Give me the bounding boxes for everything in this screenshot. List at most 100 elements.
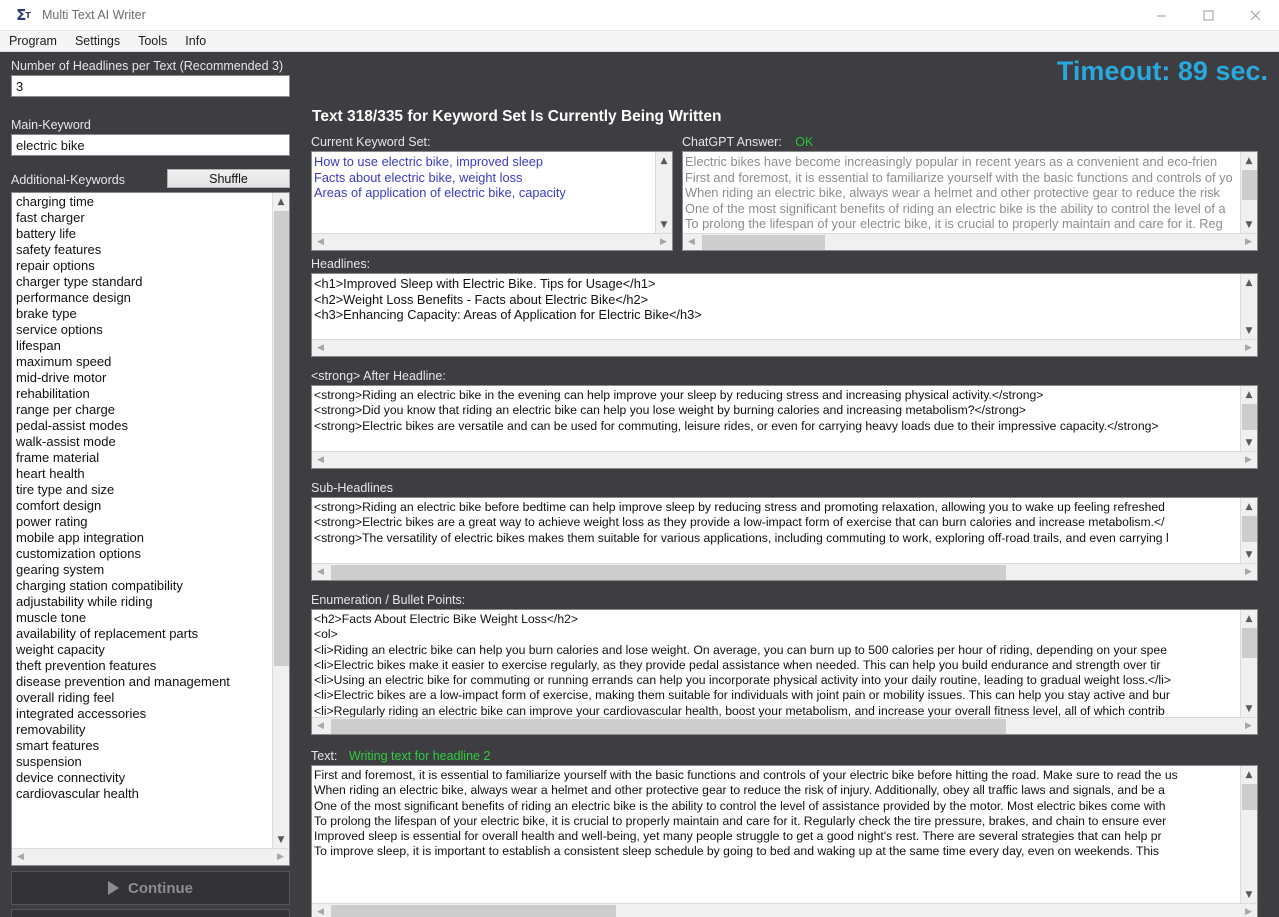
hscroll-thumb[interactable] [331, 565, 1006, 580]
kwset-vscrollbar[interactable]: ▲ ▼ [655, 152, 672, 233]
vscroll-thumb[interactable] [1242, 404, 1257, 430]
scroll-right-icon[interactable]: ▶ [1240, 343, 1257, 353]
list-item[interactable]: gearing system [12, 562, 272, 578]
text-vscrollbar[interactable]: ▲ ▼ [1240, 766, 1257, 903]
list-item[interactable]: integrated accessories [12, 706, 272, 722]
list-item[interactable]: fast charger [12, 210, 272, 226]
scroll-left-icon[interactable]: ◀ [12, 852, 29, 862]
scroll-down-icon[interactable]: ▼ [1241, 434, 1257, 451]
enum-vscrollbar[interactable]: ▲ ▼ [1240, 610, 1257, 717]
list-item[interactable]: customization options [12, 546, 272, 562]
scroll-left-icon[interactable]: ◀ [312, 455, 329, 465]
list-item[interactable]: charger type standard [12, 274, 272, 290]
main-keyword-input[interactable]: electric bike [11, 134, 290, 156]
list-item[interactable]: weight capacity [12, 642, 272, 658]
list-item[interactable]: mobile app integration [12, 530, 272, 546]
list-item[interactable]: disease prevention and management [12, 674, 272, 690]
scroll-down-icon[interactable]: ▼ [1241, 700, 1257, 717]
list-item[interactable]: theft prevention features [12, 658, 272, 674]
scroll-right-icon[interactable]: ▶ [272, 852, 289, 862]
scroll-down-icon[interactable]: ▼ [1241, 216, 1257, 233]
scroll-right-icon[interactable]: ▶ [1240, 237, 1257, 247]
list-item[interactable]: rehabilitation [12, 386, 272, 402]
scroll-down-icon[interactable]: ▼ [1241, 886, 1257, 903]
scroll-left-icon[interactable]: ◀ [312, 907, 329, 917]
list-item[interactable]: lifespan [12, 338, 272, 354]
list-item[interactable]: smart features [12, 738, 272, 754]
vscroll-thumb[interactable] [1242, 628, 1257, 658]
num-headlines-input[interactable]: 3 [11, 75, 290, 97]
scroll-down-icon[interactable]: ▼ [656, 216, 672, 233]
vscroll-thumb[interactable] [1242, 170, 1257, 200]
scroll-down-icon[interactable]: ▼ [273, 831, 289, 848]
sub-headlines-text[interactable]: <strong>Riding an electric bike before b… [314, 500, 1240, 563]
list-item[interactable]: comfort design [12, 498, 272, 514]
maximize-icon[interactable] [1185, 0, 1232, 31]
hscroll-thumb[interactable] [331, 905, 616, 917]
enumeration-box[interactable]: <h2>Facts About Electric Bike Weight Los… [311, 609, 1258, 735]
sub-vscrollbar[interactable]: ▲ ▼ [1240, 498, 1257, 563]
list-item[interactable]: mid-drive motor [12, 370, 272, 386]
vscroll-thumb[interactable] [1242, 784, 1257, 810]
sub-headlines-box[interactable]: <strong>Riding an electric bike before b… [311, 497, 1258, 581]
chatgpt-answer-text[interactable]: Electric bikes have become increasingly … [685, 154, 1240, 233]
list-item[interactable]: performance design [12, 290, 272, 306]
headlines-box[interactable]: <h1>Improved Sleep with Electric Bike. T… [311, 273, 1258, 357]
list-item[interactable]: overall riding feel [12, 690, 272, 706]
menu-item-tools[interactable]: Tools [129, 31, 176, 52]
list-item[interactable]: service options [12, 322, 272, 338]
scroll-up-icon[interactable]: ▲ [273, 193, 289, 210]
headlines-vscrollbar[interactable]: ▲ ▼ [1240, 274, 1257, 339]
scroll-up-icon[interactable]: ▲ [1241, 274, 1257, 291]
list-item[interactable]: range per charge [12, 402, 272, 418]
headlines-text[interactable]: <h1>Improved Sleep with Electric Bike. T… [314, 276, 1240, 339]
headlines-hscrollbar[interactable]: ◀ ▶ [312, 339, 1257, 356]
text-box[interactable]: First and foremost, it is essential to f… [311, 765, 1258, 917]
scroll-right-icon[interactable]: ▶ [1240, 455, 1257, 465]
close-icon[interactable] [1232, 0, 1279, 31]
list-item[interactable]: walk-assist mode [12, 434, 272, 450]
scroll-right-icon[interactable]: ▶ [655, 237, 672, 247]
list-item[interactable]: muscle tone [12, 610, 272, 626]
scroll-right-icon[interactable]: ▶ [1240, 907, 1257, 917]
list-item[interactable]: cardiovascular health [12, 786, 272, 802]
list-item[interactable]: tire type and size [12, 482, 272, 498]
keyword-list[interactable]: charging time fast charger battery life saf… [12, 194, 272, 848]
scroll-right-icon[interactable]: ▶ [1240, 567, 1257, 577]
list-item[interactable]: availability of replacement parts [12, 626, 272, 642]
list-item[interactable]: charging time [12, 194, 272, 210]
gpt-vscrollbar[interactable]: ▲ ▼ [1240, 152, 1257, 233]
cancel-button[interactable]: ✖ Abbrechen [11, 909, 290, 917]
scroll-right-icon[interactable]: ▶ [1240, 721, 1257, 731]
scroll-up-icon[interactable]: ▲ [656, 152, 672, 169]
scroll-up-icon[interactable]: ▲ [1241, 766, 1257, 783]
list-item[interactable]: device connectivity [12, 770, 272, 786]
menu-item-info[interactable]: Info [176, 31, 215, 52]
hscroll-thumb[interactable] [331, 719, 1006, 734]
shuffle-button[interactable]: Shuffle [167, 169, 290, 188]
list-item[interactable]: safety features [12, 242, 272, 258]
keyword-list-hscrollbar[interactable]: ◀ ▶ [12, 848, 289, 865]
scroll-left-icon[interactable]: ◀ [312, 343, 329, 353]
list-item[interactable]: heart health [12, 466, 272, 482]
continue-button[interactable]: Continue [11, 871, 290, 905]
list-item[interactable]: brake type [12, 306, 272, 322]
list-item[interactable]: pedal-assist modes [12, 418, 272, 434]
sub-hscrollbar[interactable]: ◀ ▶ [312, 563, 1257, 580]
list-item[interactable]: power rating [12, 514, 272, 530]
kwset-hscrollbar[interactable]: ◀ ▶ [312, 233, 672, 250]
list-item[interactable]: removability [12, 722, 272, 738]
vscroll-thumb[interactable] [274, 211, 289, 666]
list-item[interactable]: frame material [12, 450, 272, 466]
list-item[interactable]: maximum speed [12, 354, 272, 370]
after-vscrollbar[interactable]: ▲ ▼ [1240, 386, 1257, 451]
scroll-down-icon[interactable]: ▼ [1241, 322, 1257, 339]
list-item[interactable]: suspension [12, 754, 272, 770]
after-headline-text[interactable]: <strong>Riding an electric bike in the e… [314, 388, 1240, 451]
current-keyword-set-box[interactable]: How to use electric bike, improved sleep… [311, 151, 673, 251]
scroll-left-icon[interactable]: ◀ [683, 237, 700, 247]
scroll-up-icon[interactable]: ▲ [1241, 152, 1257, 169]
current-keyword-set-text[interactable]: How to use electric bike, improved sleep… [314, 154, 655, 233]
menu-item-settings[interactable]: Settings [66, 31, 129, 52]
enumeration-text[interactable]: <h2>Facts About Electric Bike Weight Los… [314, 612, 1240, 717]
